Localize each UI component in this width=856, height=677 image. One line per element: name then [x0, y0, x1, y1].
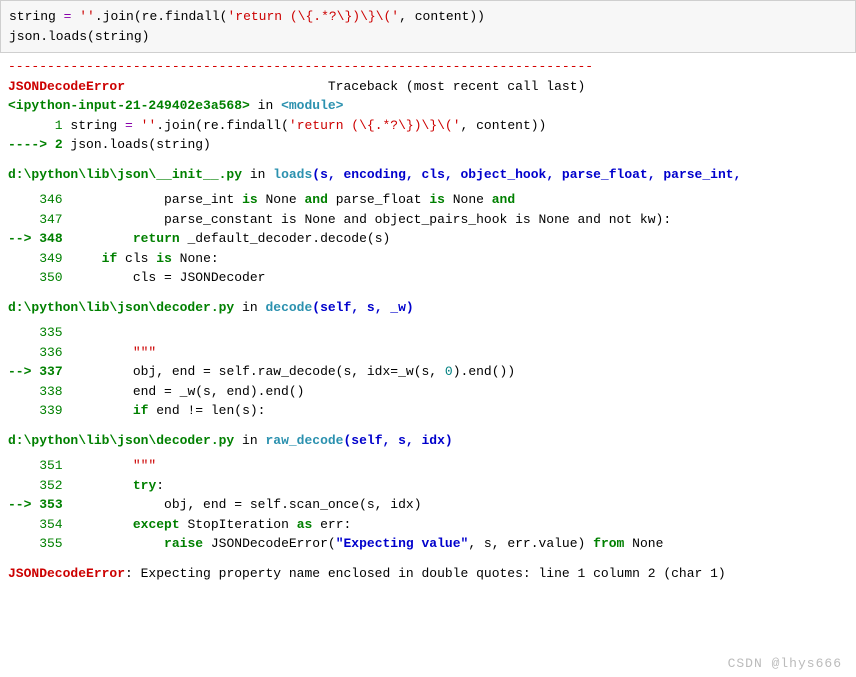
- raw-354: 354 except StopIteration as err:: [8, 515, 848, 535]
- traceback-output: ----------------------------------------…: [0, 53, 856, 597]
- watermark: CSDN @lhys666: [728, 654, 842, 674]
- init-350: 350 cls = JSONDecoder: [8, 268, 848, 288]
- separator: ----------------------------------------…: [8, 57, 848, 77]
- init-347: 347 parse_constant is None and object_pa…: [8, 210, 848, 230]
- frame-header-input: <ipython-input-21-249402e3a568> in <modu…: [8, 96, 848, 116]
- decode-337: --> 337 obj, end = self.raw_decode(s, id…: [8, 362, 848, 382]
- code-line-1: string = ''.join(re.findall('return (\{.…: [9, 7, 847, 27]
- decode-338: 338 end = _w(s, end).end(): [8, 382, 848, 402]
- input-cell: string = ''.join(re.findall('return (\{.…: [0, 0, 856, 53]
- decode-339: 339 if end != len(s):: [8, 401, 848, 421]
- raw-352: 352 try:: [8, 476, 848, 496]
- init-348: --> 348 return _default_decoder.decode(s…: [8, 229, 848, 249]
- frame-header-init: d:\python\lib\json\__init__.py in loads(…: [8, 165, 848, 185]
- final-error: JSONDecodeError: Expecting property name…: [8, 564, 848, 584]
- raw-353: --> 353 obj, end = self.scan_once(s, idx…: [8, 495, 848, 515]
- code-line-2: json.loads(string): [9, 27, 847, 47]
- init-349: 349 if cls is None:: [8, 249, 848, 269]
- decode-335: 335: [8, 323, 848, 343]
- decode-336: 336 """: [8, 343, 848, 363]
- error-header: JSONDecodeError Traceback (most recent c…: [8, 77, 848, 97]
- frame-input-line-1: 1 string = ''.join(re.findall('return (\…: [8, 116, 848, 136]
- frame-header-decode: d:\python\lib\json\decoder.py in decode(…: [8, 298, 848, 318]
- raw-355: 355 raise JSONDecodeError("Expecting val…: [8, 534, 848, 554]
- frame-input-line-2: ----> 2 json.loads(string): [8, 135, 848, 155]
- frame-header-raw: d:\python\lib\json\decoder.py in raw_dec…: [8, 431, 848, 451]
- raw-351: 351 """: [8, 456, 848, 476]
- init-346: 346 parse_int is None and parse_float is…: [8, 190, 848, 210]
